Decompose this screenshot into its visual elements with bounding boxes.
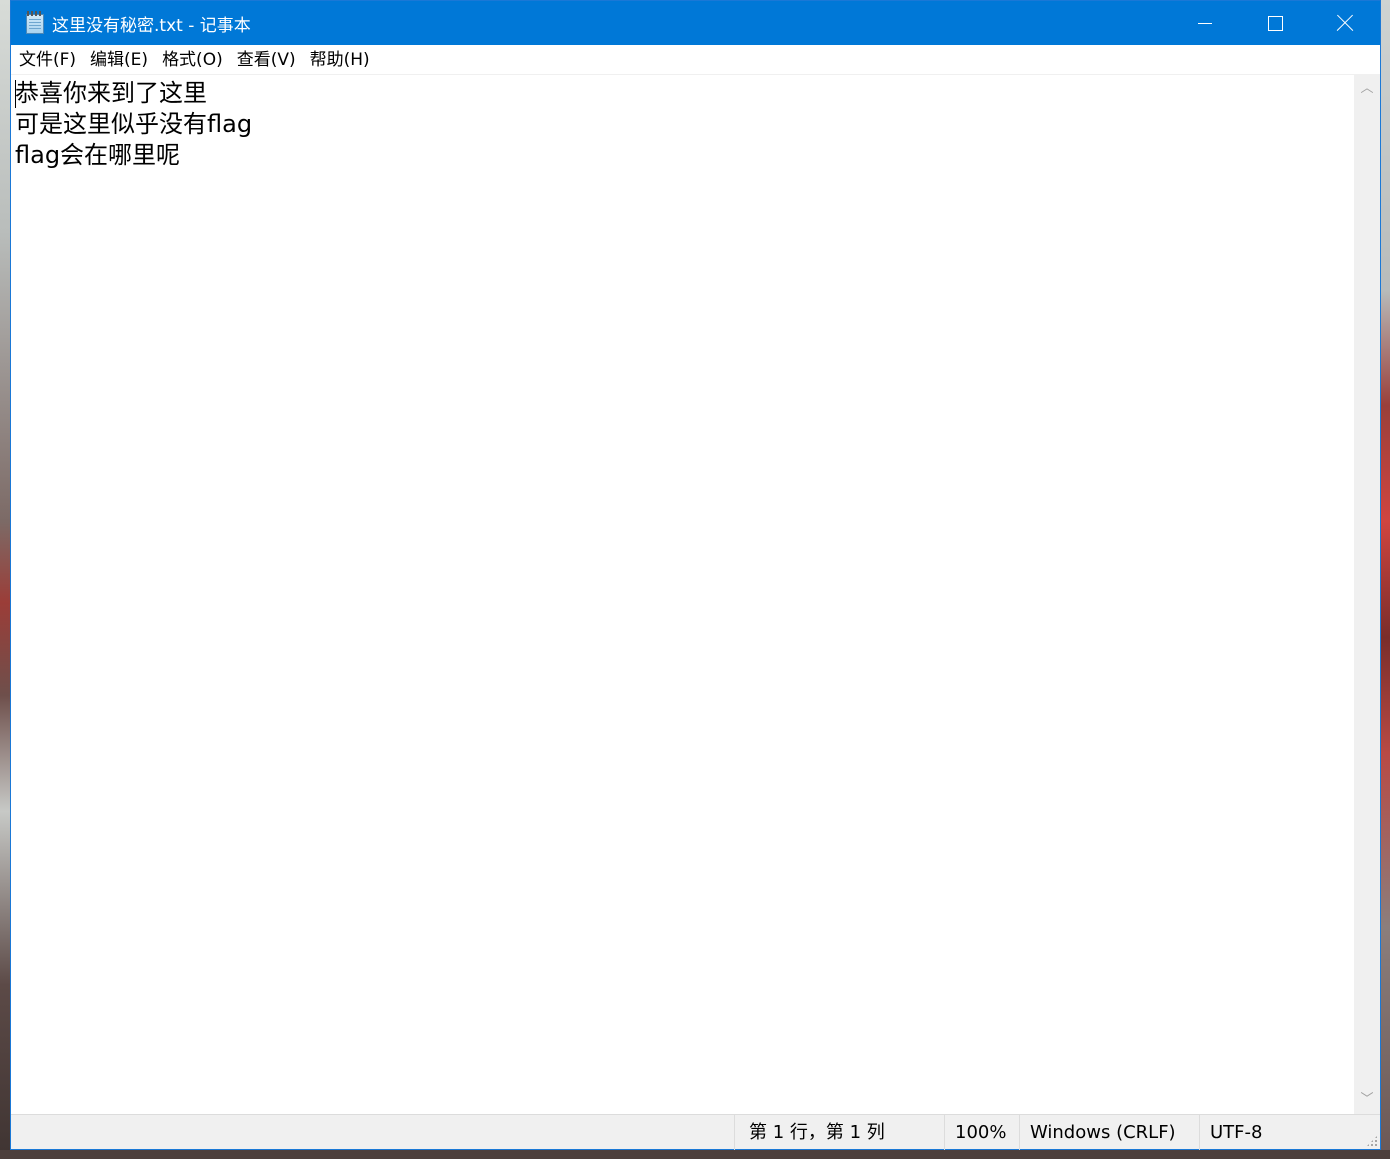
desktop-background-right [1381,0,1390,1159]
line-ending: Windows (CRLF) [1019,1114,1199,1150]
desktop-background-bottom [0,1150,1390,1159]
text-editor[interactable]: 恭喜你来到了这里 可是这里似乎没有flag flag会在哪里呢 [11,75,1354,1114]
title-bar[interactable]: 这里没有秘密.txt - 记事本 [11,1,1380,45]
menu-format[interactable]: 格式(O) [155,45,230,75]
minimize-button[interactable] [1170,1,1240,45]
minimize-icon [1198,22,1212,24]
zoom-level: 100% [944,1114,1019,1150]
close-icon [1336,14,1354,32]
text-caret [15,80,16,108]
window-controls [1170,1,1380,45]
notepad-icon [24,11,46,35]
cursor-position: 第 1 行，第 1 列 [734,1114,944,1150]
menu-view[interactable]: 查看(V) [230,45,303,75]
menu-edit[interactable]: 编辑(E) [83,45,155,75]
encoding: UTF-8 [1199,1114,1349,1150]
notepad-window: 这里没有秘密.txt - 记事本 文件(F) 编辑(E) 格式(O) 查看(V)… [10,0,1381,1150]
vertical-scrollbar[interactable]: ︿ ﹀ [1354,75,1380,1114]
close-button[interactable] [1310,1,1380,45]
desktop-background-left [0,0,10,1159]
scroll-down-icon[interactable]: ﹀ [1360,1092,1373,1108]
menu-help[interactable]: 帮助(H) [303,45,377,75]
maximize-button[interactable] [1240,1,1310,45]
status-bar: 第 1 行，第 1 列 100% Windows (CRLF) UTF-8 [11,1114,1380,1150]
text-line: 可是这里似乎没有flag [15,110,253,138]
text-line: flag会在哪里呢 [15,141,181,169]
window-title: 这里没有秘密.txt - 记事本 [52,15,251,36]
menu-bar: 文件(F) 编辑(E) 格式(O) 查看(V) 帮助(H) [11,45,1380,75]
resize-grip-icon[interactable] [1366,1135,1378,1147]
scroll-up-icon[interactable]: ︿ [1360,81,1373,97]
editor-area: 恭喜你来到了这里 可是这里似乎没有flag flag会在哪里呢 ︿ ﹀ [11,75,1380,1114]
maximize-icon [1267,15,1283,31]
text-line: 恭喜你来到了这里 [15,79,207,107]
menu-file[interactable]: 文件(F) [12,45,83,75]
